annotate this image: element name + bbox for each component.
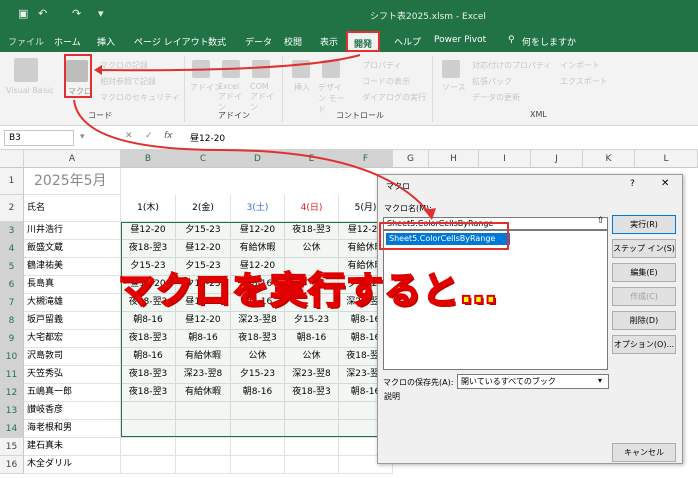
arrowhead (424, 208, 436, 220)
arrow-macro-to-dialog (73, 99, 431, 215)
annotation-arrows (73, 54, 436, 220)
arrow-developer-to-macro (95, 54, 361, 72)
overlay-caption: マクロを実行すると… (117, 268, 498, 313)
arrowhead (94, 65, 102, 75)
